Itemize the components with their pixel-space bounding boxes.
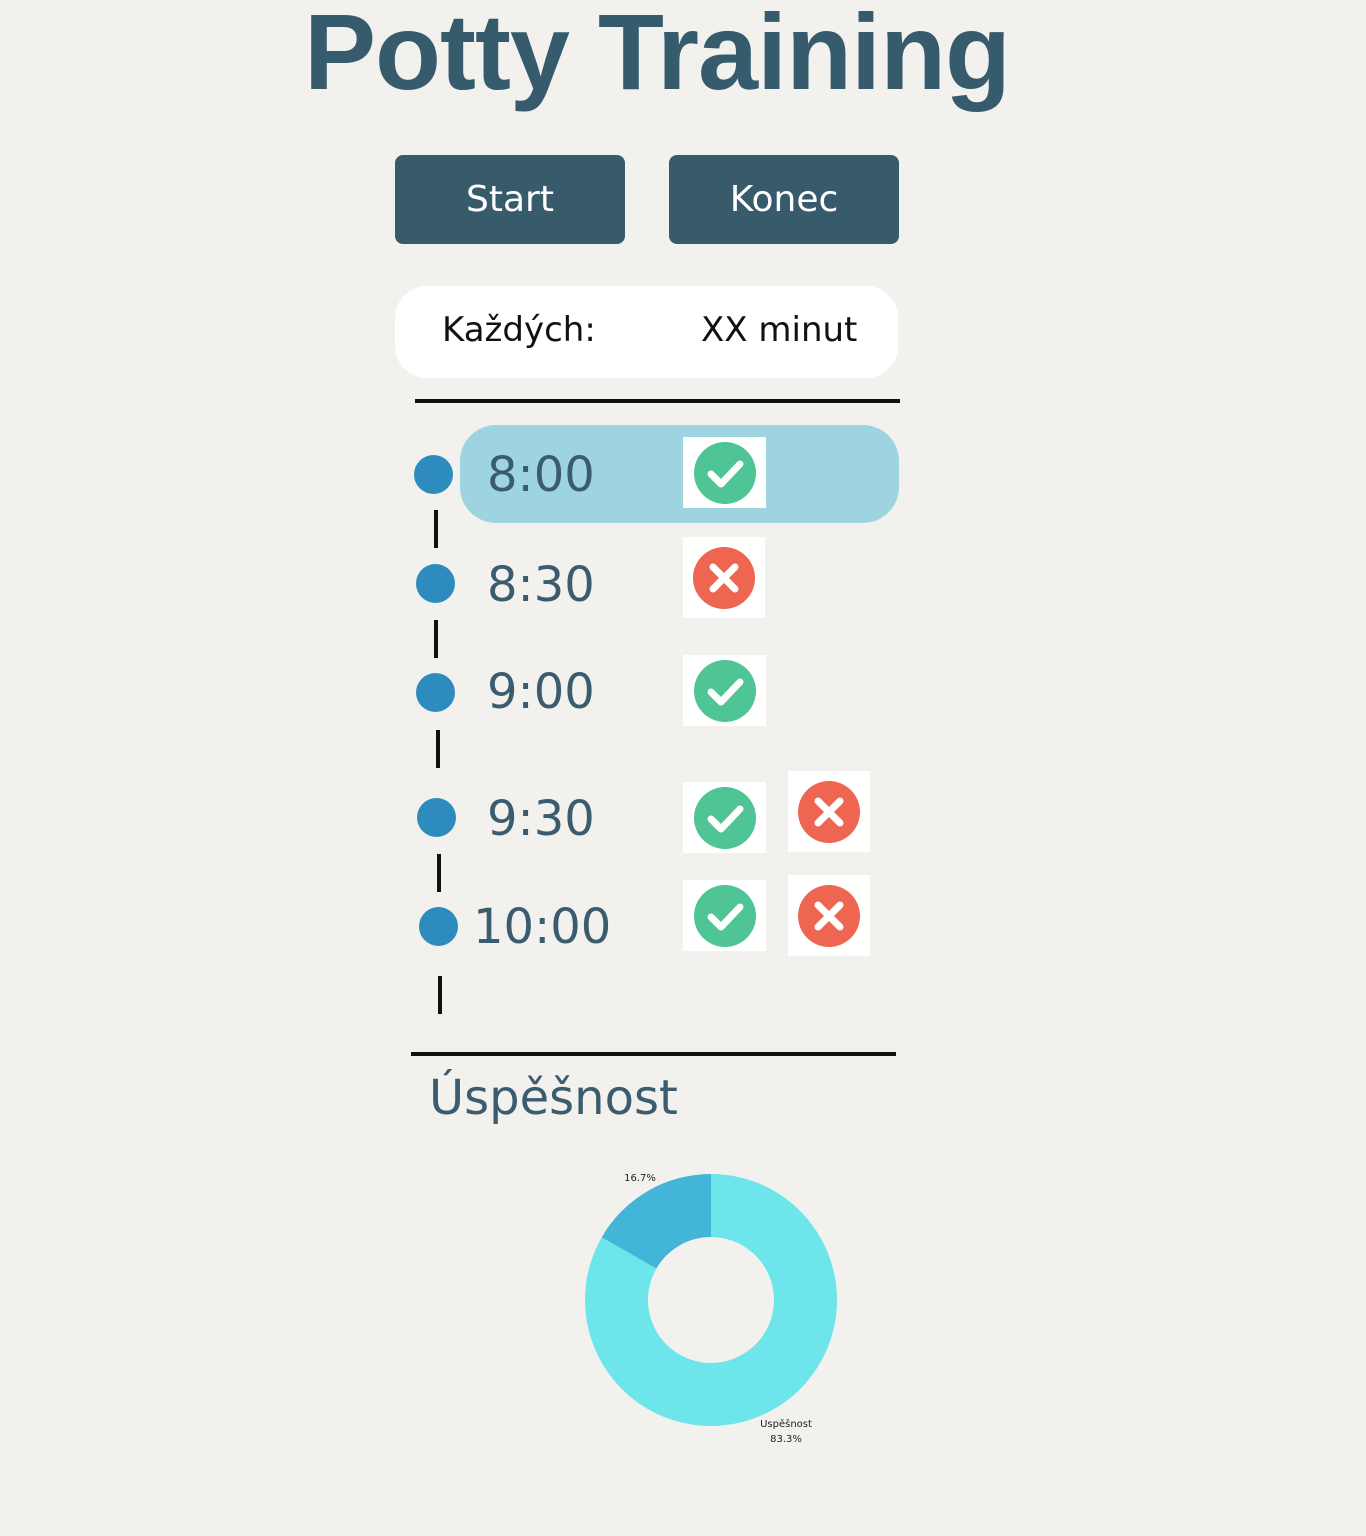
chart-label-success: Uspěšnost 83.3% — [746, 1417, 826, 1447]
success-donut-chart — [585, 1174, 838, 1427]
chart-label-fail: 16.7% — [624, 1173, 656, 1184]
chart-label-success-value: 83.3% — [770, 1434, 802, 1445]
chart-label-success-name: Uspěšnost — [760, 1419, 812, 1430]
